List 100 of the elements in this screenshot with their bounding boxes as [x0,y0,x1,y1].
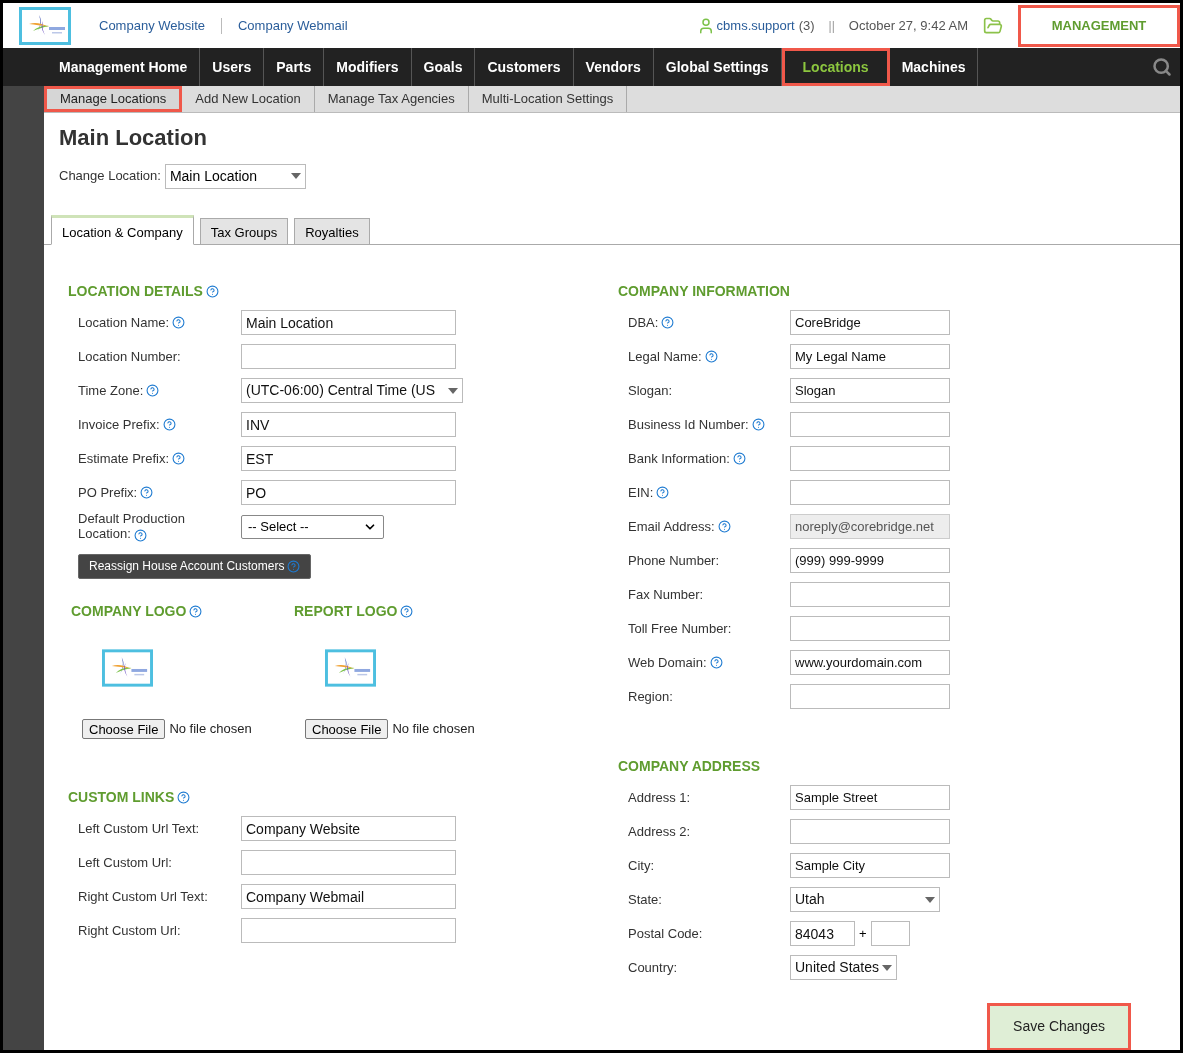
input-field[interactable]: Sample Street [790,785,950,810]
sub-nav-tab[interactable]: Multi-Location Settings [468,86,628,112]
help-icon[interactable] [400,604,414,618]
sub-nav-tab[interactable]: Manage Tax Agencies [314,86,469,112]
company-logo [102,648,153,687]
field-label: Right Custom Url: [78,921,181,940]
field-label: Business Id Number: [628,415,749,434]
input-field[interactable]: EST [241,446,456,471]
help-icon[interactable] [656,486,670,499]
field-label: Right Custom Url Text: [78,887,208,906]
file-status: No file chosen [169,719,252,738]
input-field[interactable] [241,918,456,943]
field-label: Address 1: [628,788,691,807]
field-label: Location Name: [78,313,170,332]
field-label: Location Number: [78,347,181,366]
help-icon[interactable] [162,418,176,431]
input-field[interactable] [241,850,456,875]
field-label: Email Address: [628,517,715,536]
field-label: Fax Number: [628,585,704,604]
input-field[interactable] [790,446,950,471]
choose-file-button[interactable]: Choose File [82,718,166,739]
field-label: Left Custom Url Text: [78,819,200,838]
page-title: Main Location [59,123,208,152]
postal-code-field[interactable]: 84043 [790,921,855,946]
sub-nav-tab[interactable]: Manage Locations [44,86,183,112]
nav-tab[interactable]: Locations [781,48,890,86]
tab[interactable]: Tax Groups [199,217,289,245]
input-field[interactable] [241,344,456,369]
field-label: Postal Code: [628,924,703,943]
field-label: Web Domain: [628,653,707,672]
help-icon[interactable] [146,384,160,397]
input-field[interactable]: (999) 999-9999 [790,548,950,573]
field-label: Left Custom Url: [78,853,172,872]
section-title: LOCATION DETAILS [68,281,203,301]
input-field[interactable]: Slogan [790,378,950,403]
input-field[interactable]: INV [241,412,456,437]
help-icon[interactable] [189,604,203,618]
help-icon[interactable] [704,350,718,363]
date-time: October 27, 9:42 AM [848,16,968,35]
time-zone-select[interactable]: (UTC-06:00) Central Time (US [241,378,463,403]
header-link[interactable]: Company Webmail [238,15,348,36]
help-icon[interactable] [732,452,746,465]
field-label: Slogan: [628,381,673,400]
header-link[interactable]: Company Website [99,15,205,36]
field-label: Region: [628,687,673,706]
input-field[interactable] [790,480,950,505]
input-field[interactable] [790,582,950,607]
section-title: COMPANY ADDRESS [618,756,761,776]
field-label: Legal Name: [628,347,702,366]
section-title: COMPANY LOGO [71,601,187,621]
tab[interactable]: Location & Company [51,214,194,245]
section-title: CUSTOM LINKS [68,787,175,807]
input-field[interactable]: Main Location [241,310,456,335]
separator: || [828,17,835,35]
help-icon[interactable] [133,528,147,542]
company-logo [19,6,71,45]
field-label: City: [628,856,654,875]
help-icon[interactable] [709,656,723,669]
state-select[interactable]: Utah [790,887,940,912]
field-label: EIN: [628,483,654,502]
search-icon[interactable] [1152,57,1172,77]
input-field[interactable] [790,819,950,844]
postal-extension-field[interactable] [870,921,910,946]
input-field[interactable]: CoreBridge [790,310,950,335]
input-field[interactable]: My Legal Name [790,344,950,369]
input-field[interactable] [790,616,950,641]
help-icon[interactable] [287,559,301,573]
input-field[interactable] [790,412,950,437]
reassign-button[interactable]: Reassign House Account Customers [78,553,312,579]
field-label: Country: [628,958,678,977]
help-icon[interactable] [661,316,675,329]
field-label: Time Zone: [78,381,144,400]
choose-file-button[interactable]: Choose File [305,718,389,739]
production-location-select[interactable]: -- Select -- [241,514,384,539]
field-label: State: [628,890,662,909]
caret-icon [290,173,301,179]
input-field[interactable]: www.yourdomain.com [790,650,950,675]
file-status: No file chosen [392,719,475,738]
country-select[interactable]: United States [790,955,897,980]
input-field[interactable]: Sample City [790,853,950,878]
field-label: Estimate Prefix: [78,449,170,468]
input-field[interactable]: PO [241,480,456,505]
tab[interactable]: Royalties [294,217,370,245]
sub-nav-tab[interactable]: Add New Location [182,86,315,112]
field-label: Invoice Prefix: [78,415,160,434]
help-icon[interactable] [172,452,186,465]
help-icon[interactable] [177,790,191,804]
input-field[interactable]: Company Website [241,816,456,841]
help-icon[interactable] [205,284,219,298]
help-icon[interactable] [172,316,186,329]
input-field[interactable]: Company Webmail [241,884,456,909]
help-icon[interactable] [140,486,154,499]
location-select[interactable]: Main Location [164,163,306,189]
caret-icon [448,387,458,394]
plus-sign: + [859,924,867,943]
field-label: Toll Free Number: [628,619,732,638]
input-field[interactable] [790,684,950,709]
user-link[interactable]: cbms.support [716,15,795,36]
save-button[interactable]: Save Changes [987,1002,1131,1050]
help-icon[interactable] [751,418,765,431]
